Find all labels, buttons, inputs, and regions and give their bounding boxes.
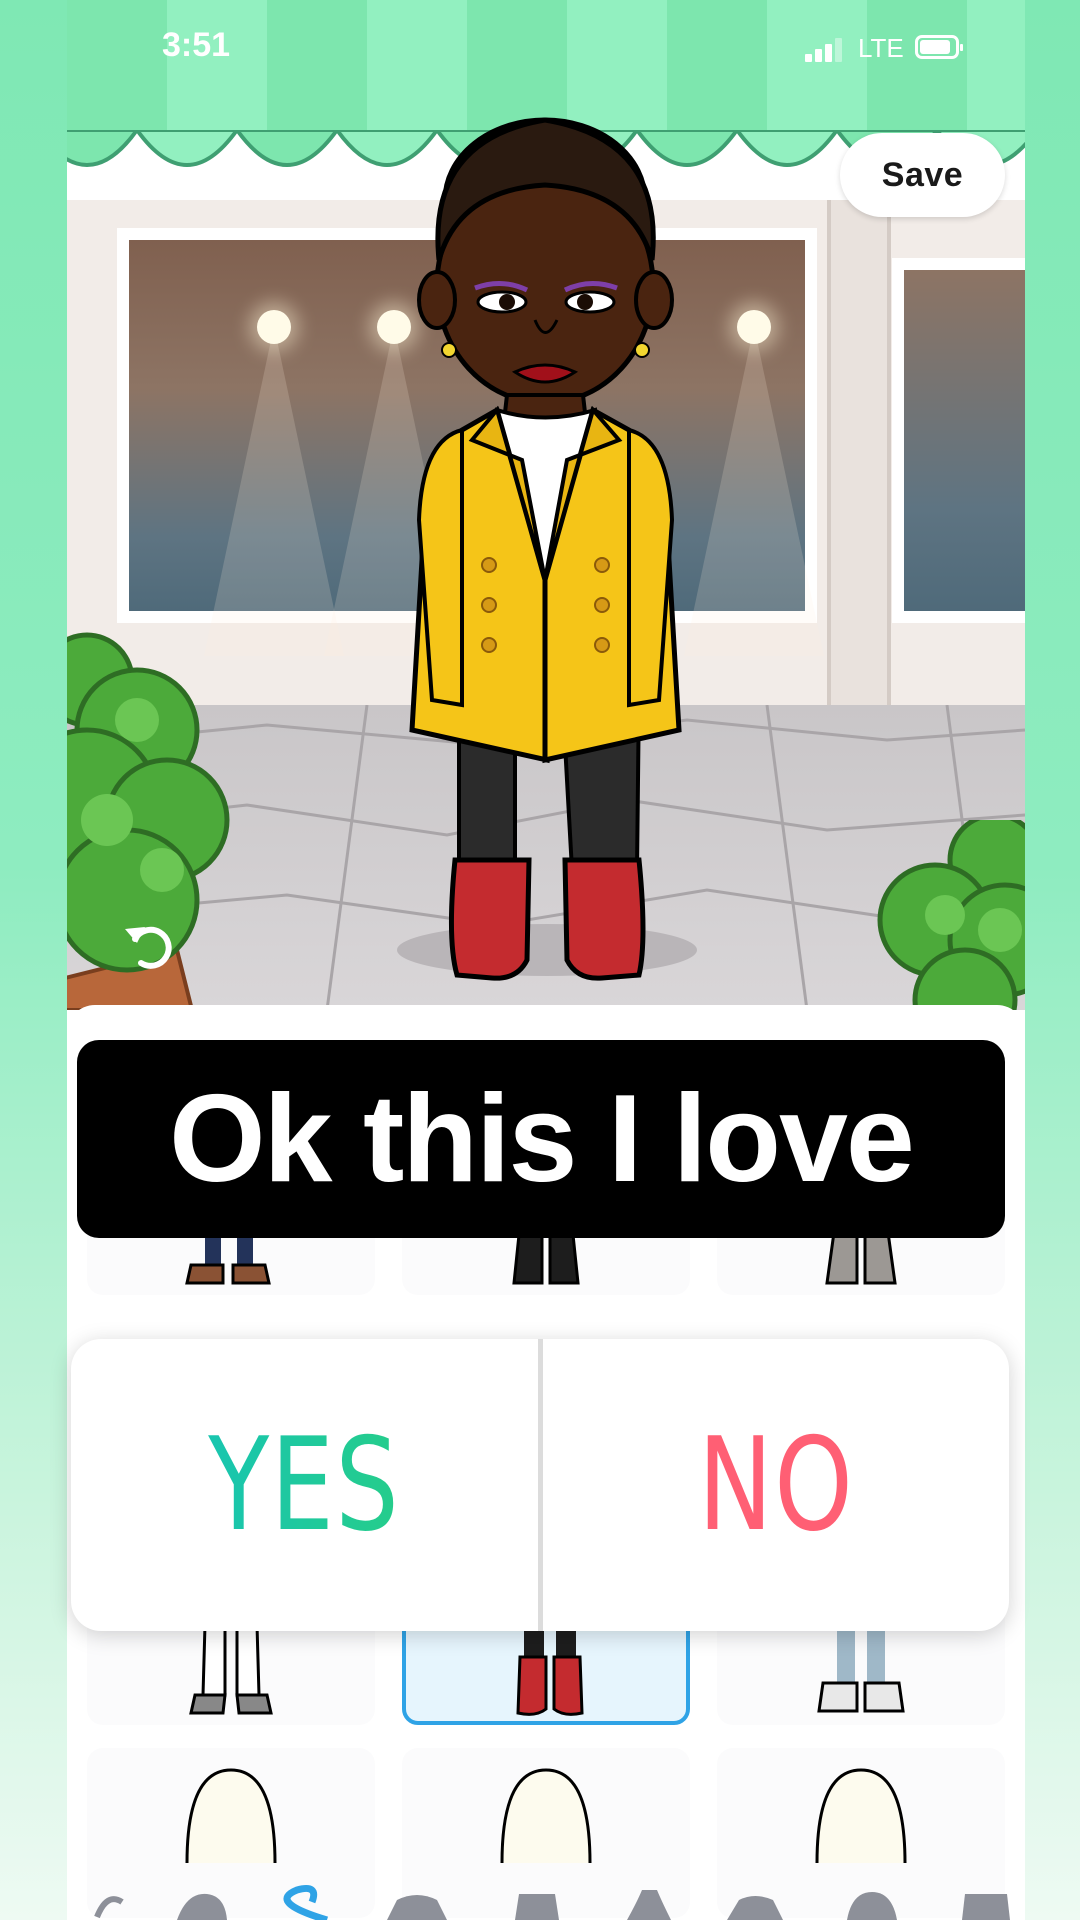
shoe-icon xyxy=(283,1885,329,1920)
pants-icon xyxy=(515,1894,559,1920)
battery-icon xyxy=(915,35,963,59)
close-button[interactable]: ✕ xyxy=(107,152,167,212)
bag-icon xyxy=(847,1892,897,1920)
caption-sticker[interactable]: Ok this I love xyxy=(77,1040,1005,1238)
accessory-icon xyxy=(962,1894,1010,1920)
hat-icon xyxy=(177,1893,227,1920)
hanger-icon xyxy=(94,1896,124,1919)
avatar-scene: ✕ Save xyxy=(67,0,1025,1010)
status-time: 3:51 xyxy=(162,26,231,64)
phone-frame: ✕ Save xyxy=(67,0,1025,1920)
signal-icon xyxy=(805,38,845,62)
poll-no-button[interactable]: NO xyxy=(594,1339,958,1631)
caption-text: Ok this I love xyxy=(169,1070,915,1208)
poll-yes-button[interactable]: YES xyxy=(122,1339,486,1631)
status-bar: 3:51 LTE xyxy=(0,0,1080,100)
poll-sticker: YES NO xyxy=(71,1339,1009,1631)
jacket-icon xyxy=(727,1896,783,1920)
poll-divider xyxy=(537,1339,543,1631)
dress-icon xyxy=(627,1890,671,1920)
network-label: LTE xyxy=(858,33,904,63)
shirt-icon xyxy=(387,1895,447,1920)
category-tab-bar xyxy=(67,1862,1025,1920)
undo-icon[interactable] xyxy=(117,915,177,975)
save-button[interactable]: Save xyxy=(840,133,1005,217)
